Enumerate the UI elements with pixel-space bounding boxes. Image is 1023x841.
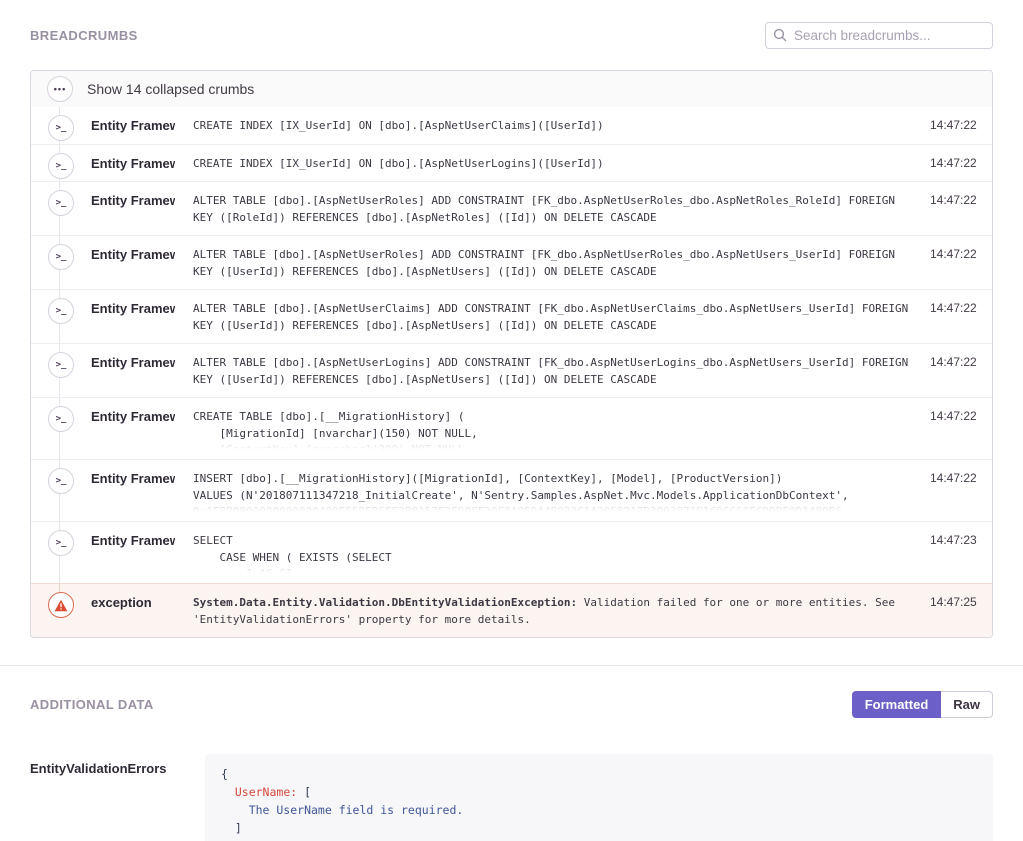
breadcrumb-row: >_ Entity Framew… ALTER TABLE [dbo].[Asp… <box>31 289 992 343</box>
breadcrumb-message: CREATE TABLE [dbo].[__MigrationHistory] … <box>175 398 930 459</box>
breadcrumb-icon-column: >_ <box>31 290 75 343</box>
terminal-icon: >_ <box>48 298 74 324</box>
breadcrumb-message: ALTER TABLE [dbo].[AspNetUserLogins] ADD… <box>175 344 930 397</box>
warning-icon <box>48 592 74 618</box>
breadcrumb-category: Entity Framew… <box>75 107 175 133</box>
breadcrumb-timestamp: 14:47:22 <box>930 344 992 369</box>
breadcrumb-category: Entity Framew… <box>75 344 175 370</box>
breadcrumb-message: CREATE INDEX [IX_UserId] ON [dbo].[AspNe… <box>175 145 930 182</box>
breadcrumb-timestamp: 14:47:22 <box>930 145 992 170</box>
breadcrumb-message: SELECT CASE WHEN ( EXISTS (SELECT 1 AS C… <box>175 522 930 583</box>
breadcrumb-message: ALTER TABLE [dbo].[AspNetUserClaims] ADD… <box>175 290 930 343</box>
breadcrumb-row: >_ Entity Framew… CREATE TABLE [dbo].[__… <box>31 397 992 459</box>
terminal-icon: >_ <box>48 153 74 179</box>
breadcrumb-timestamp: 14:47:22 <box>930 398 992 423</box>
format-toggle: Formatted Raw <box>852 691 993 718</box>
breadcrumb-row: >_ Entity Framew… CREATE INDEX [IX_UserI… <box>31 107 992 144</box>
terminal-icon: >_ <box>48 406 74 432</box>
terminal-icon: >_ <box>48 190 74 216</box>
additional-data-header: ADDITIONAL DATA Formatted Raw <box>30 666 993 718</box>
breadcrumb-category: Entity Framew… <box>75 460 175 486</box>
breadcrumb-message: INSERT [dbo].[__MigrationHistory]([Migra… <box>175 460 930 521</box>
breadcrumbs-header: BREADCRUMBS <box>30 0 993 49</box>
breadcrumbs-search <box>765 22 993 49</box>
breadcrumb-timestamp: 14:47:22 <box>930 236 992 261</box>
terminal-icon: >_ <box>48 244 74 270</box>
breadcrumb-timestamp: 14:47:22 <box>930 290 992 315</box>
formatted-button[interactable]: Formatted <box>852 691 942 718</box>
breadcrumb-category: Entity Framew… <box>75 236 175 262</box>
breadcrumb-row: >_ Entity Framew… ALTER TABLE [dbo].[Asp… <box>31 181 992 235</box>
breadcrumb-icon-column: >_ <box>31 107 75 144</box>
collapsed-crumbs-label: Show 14 collapsed crumbs <box>73 81 254 97</box>
breadcrumb-icon-column <box>31 584 75 637</box>
breadcrumb-icon-column: >_ <box>31 236 75 289</box>
terminal-icon: >_ <box>48 115 74 141</box>
breadcrumb-row: exception System.Data.Entity.Validation.… <box>31 583 992 637</box>
search-icon <box>773 28 787 47</box>
breadcrumb-message: ALTER TABLE [dbo].[AspNetUserRoles] ADD … <box>175 236 930 289</box>
breadcrumbs-title: BREADCRUMBS <box>30 28 138 43</box>
search-input[interactable] <box>765 22 993 49</box>
breadcrumb-row: >_ Entity Framew… CREATE INDEX [IX_UserI… <box>31 144 992 182</box>
entity-validation-errors-row: EntityValidationErrors { UserName: [ The… <box>30 754 993 841</box>
breadcrumb-row: >_ Entity Framew… SELECT CASE WHEN ( EXI… <box>31 521 992 583</box>
breadcrumb-timestamp: 14:47:22 <box>930 182 992 207</box>
breadcrumb-message: CREATE INDEX [IX_UserId] ON [dbo].[AspNe… <box>175 107 930 144</box>
breadcrumb-category: exception <box>75 584 175 610</box>
breadcrumbs-panel: ••• Show 14 collapsed crumbs >_ Entity F… <box>30 70 993 638</box>
terminal-icon: >_ <box>48 468 74 494</box>
entity-validation-errors-key: EntityValidationErrors <box>30 754 205 776</box>
breadcrumb-icon-column: >_ <box>31 145 75 182</box>
additional-data-title: ADDITIONAL DATA <box>30 697 154 712</box>
terminal-icon: >_ <box>48 352 74 378</box>
breadcrumb-timestamp: 14:47:23 <box>930 522 992 547</box>
breadcrumb-message: System.Data.Entity.Validation.DbEntityVa… <box>175 584 930 637</box>
breadcrumb-icon-column: >_ <box>31 182 75 235</box>
breadcrumb-row: >_ Entity Framew… ALTER TABLE [dbo].[Asp… <box>31 235 992 289</box>
breadcrumb-row: >_ Entity Framew… INSERT [dbo].[__Migrat… <box>31 459 992 521</box>
breadcrumb-category: Entity Framew… <box>75 290 175 316</box>
entity-validation-errors-value: { UserName: [ The UserName field is requ… <box>205 754 993 841</box>
raw-button[interactable]: Raw <box>941 691 993 718</box>
breadcrumb-category: Entity Framew… <box>75 522 175 548</box>
terminal-icon: >_ <box>48 530 74 556</box>
breadcrumb-timestamp: 14:47:22 <box>930 107 992 132</box>
breadcrumb-icon-column: >_ <box>31 522 75 583</box>
page: BREADCRUMBS ••• Show 14 collapsed crumbs… <box>0 0 1023 638</box>
breadcrumb-message: ALTER TABLE [dbo].[AspNetUserRoles] ADD … <box>175 182 930 235</box>
breadcrumb-category: Entity Framew… <box>75 182 175 208</box>
breadcrumb-icon-column: >_ <box>31 398 75 459</box>
breadcrumb-category: Entity Framew… <box>75 398 175 424</box>
breadcrumb-icon-column: >_ <box>31 344 75 397</box>
show-collapsed-crumbs-button[interactable]: ••• Show 14 collapsed crumbs <box>31 71 992 107</box>
breadcrumb-timestamp: 14:47:25 <box>930 584 992 609</box>
breadcrumb-list: >_ Entity Framew… CREATE INDEX [IX_UserI… <box>31 107 992 637</box>
breadcrumb-timestamp: 14:47:22 <box>930 460 992 485</box>
breadcrumb-category: Entity Framew… <box>75 145 175 171</box>
breadcrumb-icon-column: >_ <box>31 460 75 521</box>
ellipsis-icon: ••• <box>47 76 73 102</box>
breadcrumb-row: >_ Entity Framew… ALTER TABLE [dbo].[Asp… <box>31 343 992 397</box>
